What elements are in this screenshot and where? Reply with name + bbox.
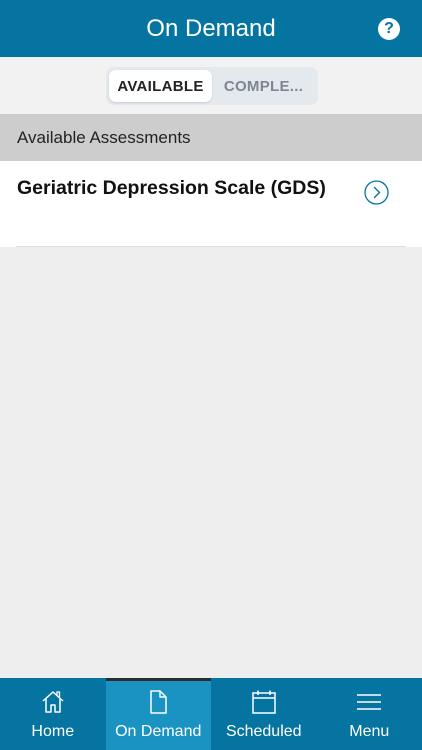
tab-label: Menu — [349, 723, 390, 740]
section-title: Available Assessments — [17, 127, 191, 147]
chevron-right-circle-icon[interactable] — [364, 180, 389, 205]
app-header: On Demand ? — [0, 0, 422, 57]
list-item[interactable]: Geriatric Depression Scale (GDS) — [0, 161, 422, 247]
assessment-title: Geriatric Depression Scale (GDS) — [17, 177, 326, 199]
tab-home[interactable]: Home — [0, 678, 106, 750]
segmented-control: AVAILABLE COMPLE... — [106, 67, 318, 105]
bottom-tab-bar: Home On Demand Scheduled Menu — [0, 678, 422, 750]
assessment-list: Geriatric Depression Scale (GDS) — [0, 161, 422, 247]
question-circle-icon[interactable]: ? — [378, 18, 400, 40]
tab-completed[interactable]: COMPLE... — [212, 70, 315, 102]
calendar-icon — [252, 690, 276, 714]
tab-menu[interactable]: Menu — [317, 678, 422, 750]
tab-on-demand[interactable]: On Demand — [105, 678, 211, 750]
document-icon — [150, 690, 167, 714]
hamburger-menu-icon — [357, 694, 382, 710]
tab-label: On Demand — [115, 723, 202, 740]
tab-available[interactable]: AVAILABLE — [109, 70, 212, 102]
divider — [16, 246, 406, 247]
tab-label: Home — [31, 723, 75, 740]
home-icon — [42, 691, 64, 713]
tab-scheduled[interactable]: Scheduled — [211, 678, 317, 750]
segmented-control-bar: AVAILABLE COMPLE... — [0, 57, 422, 114]
tab-label: Scheduled — [225, 723, 302, 740]
page-title: On Demand — [146, 14, 276, 42]
section-header: Available Assessments — [0, 114, 422, 161]
